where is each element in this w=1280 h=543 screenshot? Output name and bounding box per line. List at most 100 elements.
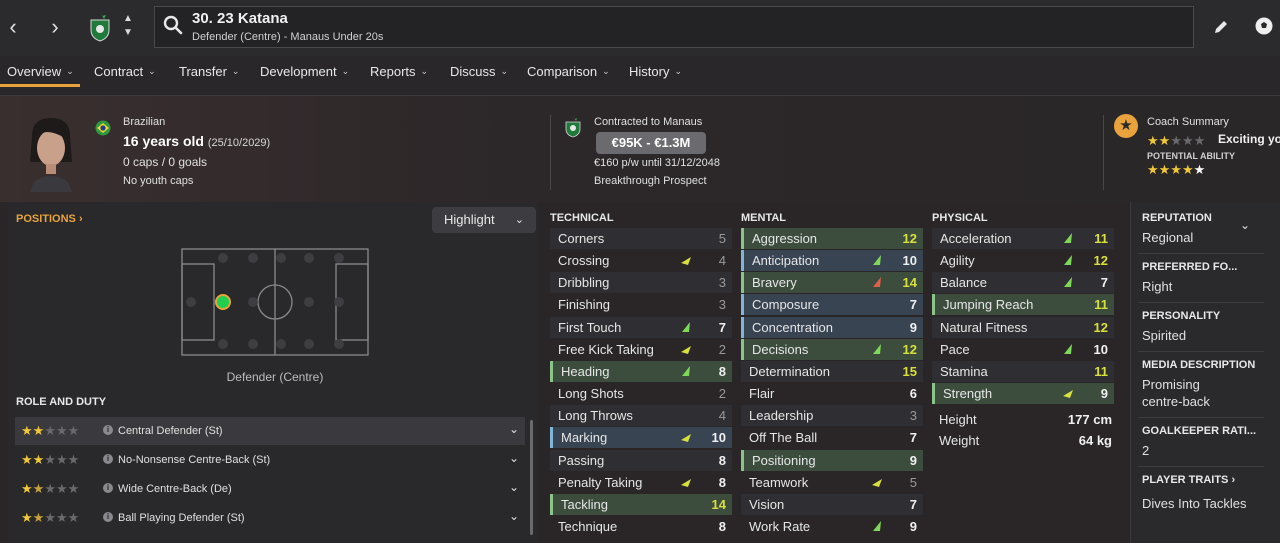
role-stars: ★★★★★ <box>21 452 80 467</box>
attribute-row[interactable]: Strength 9 <box>932 383 1114 405</box>
chevron-down-icon[interactable]: ⌄ <box>509 480 519 494</box>
attribute-row[interactable]: Technique 8 <box>550 516 732 537</box>
attribute-value: 4 <box>718 408 726 424</box>
attribute-row[interactable]: Tackling 14 <box>550 493 732 515</box>
tab-discuss[interactable]: Discuss ⌄ <box>450 64 508 79</box>
caps-goals: 0 caps / 0 goals <box>123 155 208 169</box>
highlight-dropdown[interactable]: Highlight ⌄ <box>432 207 536 233</box>
media-description-line2: centre-back <box>1142 394 1210 409</box>
attribute-row[interactable]: Pace 10 <box>932 339 1114 360</box>
attribute-row[interactable]: Concentration 9 <box>741 316 923 338</box>
attribute-value: 2 <box>718 341 726 357</box>
positions-title[interactable]: POSITIONS › <box>16 213 83 225</box>
attribute-row[interactable]: Bravery 14 <box>741 272 923 294</box>
attribute-value: 15 <box>902 363 917 379</box>
tab-contract[interactable]: Contract ⌄ <box>94 64 156 79</box>
attribute-row[interactable]: Vision 7 <box>741 493 923 515</box>
search-icon[interactable] <box>162 14 184 36</box>
coach-summary-title: Coach Summary <box>1147 116 1229 128</box>
tab-reports[interactable]: Reports ⌄ <box>370 64 428 79</box>
info-icon[interactable]: i <box>103 483 113 493</box>
attribute-row[interactable]: Leadership 3 <box>741 405 923 427</box>
attribute-row[interactable]: Flair 6 <box>741 383 923 404</box>
attribute-row[interactable]: Free Kick Taking 2 <box>550 339 732 360</box>
attribute-value: 11 <box>1094 363 1108 379</box>
attribute-value: 12 <box>1093 319 1108 335</box>
tab-history[interactable]: History ⌄ <box>629 64 682 79</box>
tab-development[interactable]: Development ⌄ <box>260 64 349 79</box>
attribute-row[interactable]: Aggression 12 <box>741 228 923 249</box>
attribute-row[interactable]: Corners 5 <box>550 228 732 249</box>
player-age: 16 years old (25/10/2029) <box>123 133 271 149</box>
role-row[interactable]: ★★★★★ i Central Defender (St) ⌄ <box>15 417 525 445</box>
attribute-row[interactable]: Determination 15 <box>741 360 923 382</box>
chevron-down-icon[interactable]: ⌄ <box>509 509 519 523</box>
attribute-name: Anticipation <box>752 253 820 269</box>
attribute-row[interactable]: Stamina 11 <box>932 360 1114 382</box>
attribute-row[interactable]: Crossing 4 <box>550 250 732 271</box>
attribute-row[interactable]: Jumping Reach 11 <box>932 294 1114 316</box>
tab-comparison[interactable]: Comparison ⌄ <box>527 64 610 79</box>
attribute-row[interactable]: Anticipation 10 <box>741 250 923 272</box>
attribute-row[interactable]: Composure 7 <box>741 294 923 316</box>
edit-icon[interactable] <box>1212 18 1230 36</box>
club-badge-icon[interactable] <box>88 12 112 42</box>
attribute-name: Long Shots <box>558 386 624 402</box>
badge-updown-icon[interactable]: ▲ ▼ <box>121 12 135 42</box>
attribute-name: Marking <box>561 430 608 446</box>
nationality: Brazilian <box>123 116 166 128</box>
transfer-value[interactable]: €95K - €1.3M <box>596 132 706 154</box>
role-duty-title: ROLE AND DUTY <box>16 396 107 408</box>
player-traits-title[interactable]: PLAYER TRAITS › <box>1142 474 1235 486</box>
attribute-row[interactable]: Off The Ball 7 <box>741 427 923 448</box>
info-icon[interactable]: i <box>103 454 113 464</box>
attribute-name: Dribbling <box>558 275 610 291</box>
attribute-row[interactable]: Penalty Taking 8 <box>550 472 732 493</box>
role-row[interactable]: ★★★★★ i Ball Playing Defender (St) ⌄ <box>15 504 525 532</box>
attribute-value: 3 <box>909 408 917 424</box>
attribute-name: Pace <box>940 341 970 357</box>
attribute-row[interactable]: Balance 7 <box>932 272 1114 294</box>
tab-transfer[interactable]: Transfer ⌄ <box>179 64 239 79</box>
attribute-row[interactable]: Acceleration 11 <box>932 228 1114 249</box>
football-icon[interactable] <box>1254 16 1274 36</box>
attribute-row[interactable]: Work Rate 9 <box>741 516 923 537</box>
attribute-value: 14 <box>902 275 917 291</box>
forward-arrow-icon[interactable]: › <box>43 14 67 40</box>
brazil-flag-icon <box>95 120 111 136</box>
chevron-down-icon[interactable]: ⌄ <box>1240 218 1250 232</box>
chevron-down-icon[interactable]: ⌄ <box>509 451 519 465</box>
attribute-row[interactable]: Teamwork 5 <box>741 472 923 493</box>
trend-flat-icon <box>1063 390 1073 399</box>
info-icon[interactable]: i <box>103 512 113 522</box>
attribute-row[interactable]: First Touch 7 <box>550 316 732 338</box>
attribute-row[interactable]: Natural Fitness 12 <box>932 316 1114 338</box>
attribute-row[interactable]: Positioning 9 <box>741 449 923 471</box>
back-arrow-icon[interactable]: ‹ <box>1 14 25 40</box>
chevron-down-icon[interactable]: ⌄ <box>509 422 519 436</box>
attribute-value: 9 <box>909 319 917 335</box>
attribute-value: 8 <box>718 452 726 468</box>
attribute-row[interactable]: Agility 12 <box>932 250 1114 271</box>
player-name: 30. 23 Katana <box>192 10 288 27</box>
attribute-row[interactable]: Decisions 12 <box>741 338 923 360</box>
current-ability-stars: ★★★★★ <box>1147 133 1206 148</box>
attribute-value: 10 <box>1093 341 1108 357</box>
divider <box>1138 351 1264 352</box>
goalkeeper-rating-title: GOALKEEPER RATI... <box>1142 425 1257 437</box>
info-icon[interactable]: i <box>103 425 113 435</box>
role-row[interactable]: ★★★★★ i Wide Centre-Back (De) ⌄ <box>15 475 525 503</box>
attribute-value: 11 <box>1094 231 1108 246</box>
role-scrollbar[interactable] <box>530 420 533 535</box>
attribute-row[interactable]: Finishing 3 <box>550 294 732 315</box>
player-subtitle: Defender (Centre) - Manaus Under 20s <box>192 31 384 43</box>
attribute-row[interactable]: Heading 8 <box>550 360 732 382</box>
role-row[interactable]: ★★★★★ i No-Nonsense Centre-Back (St) ⌄ <box>15 446 525 474</box>
tab-overview[interactable]: Overview ⌄ <box>7 64 74 79</box>
attribute-row[interactable]: Long Shots 2 <box>550 383 732 404</box>
attribute-row[interactable]: Long Throws 4 <box>550 405 732 427</box>
attribute-row[interactable]: Passing 8 <box>550 449 732 471</box>
attribute-value: 2 <box>718 386 726 402</box>
attribute-row[interactable]: Dribbling 3 <box>550 272 732 294</box>
attribute-row[interactable]: Marking 10 <box>550 427 732 449</box>
